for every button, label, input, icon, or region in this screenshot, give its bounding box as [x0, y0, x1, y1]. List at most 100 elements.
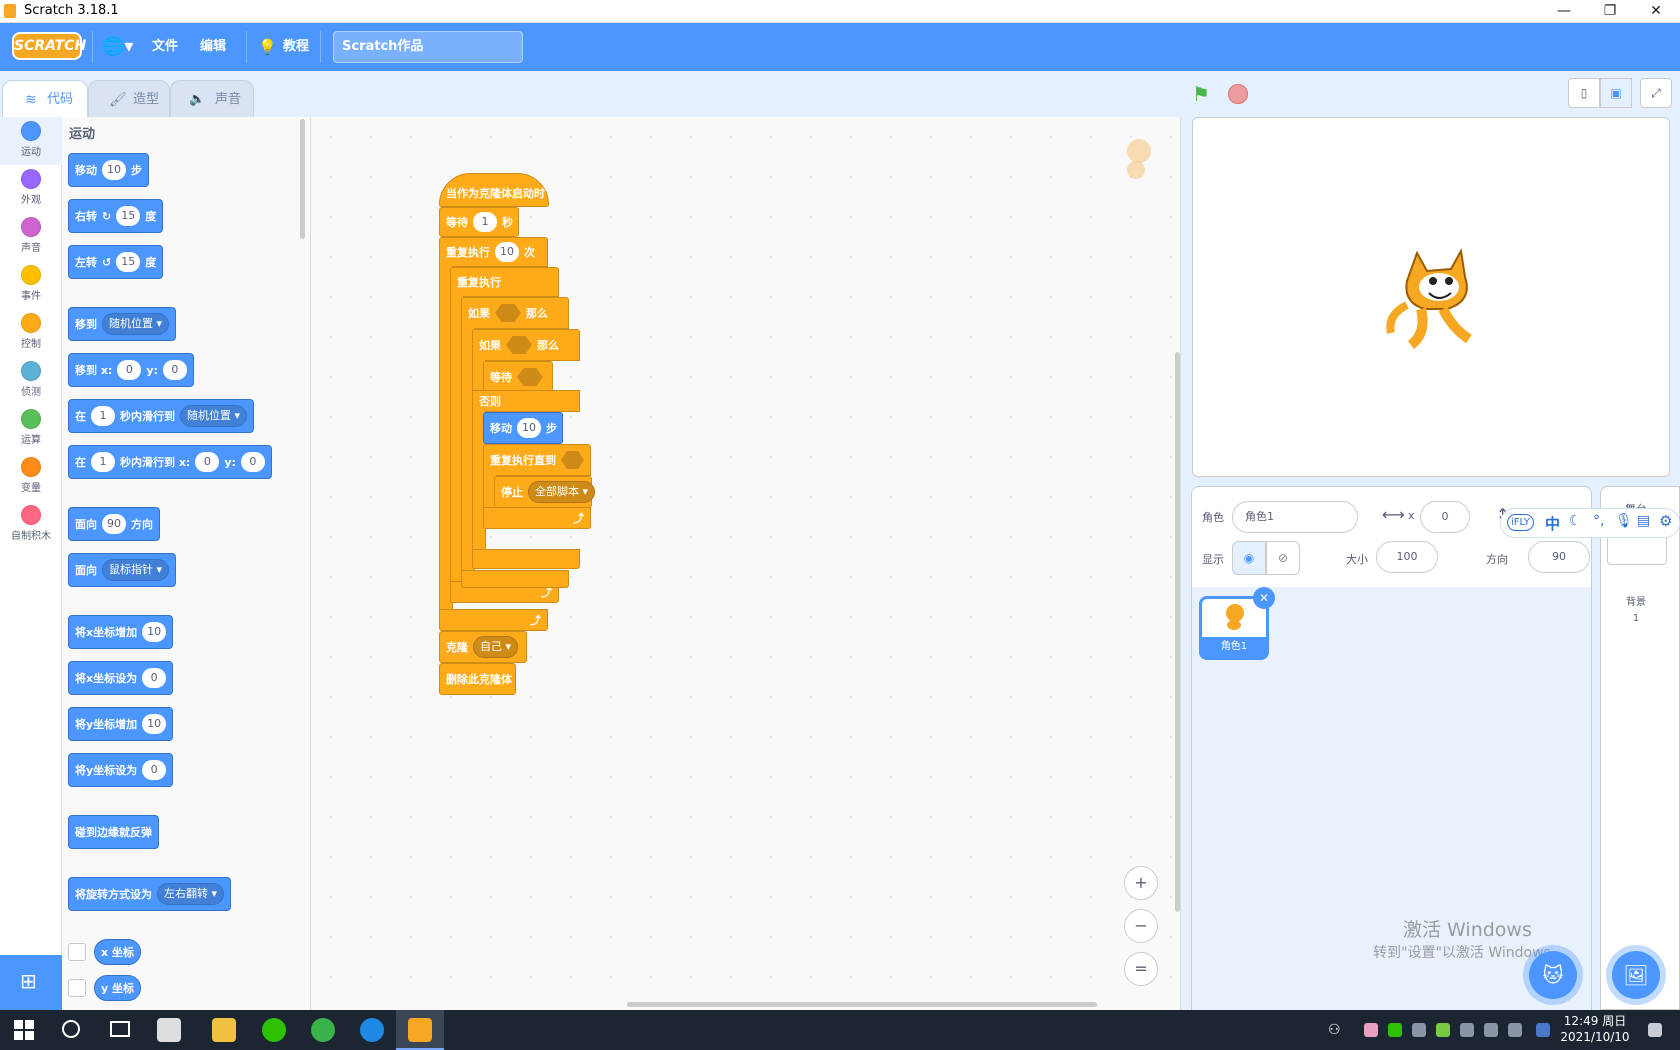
category-item[interactable]: 控制: [0, 309, 62, 357]
taskbar-date[interactable]: 2021/10/10: [1560, 1030, 1630, 1044]
language-globe-icon[interactable]: 🌐▾: [102, 23, 133, 71]
workspace-hscrollbar[interactable]: [627, 1002, 1097, 1007]
block-goto[interactable]: 移到 随机位置 ▾: [68, 307, 177, 341]
hide-eye-icon[interactable]: ⊘: [1266, 541, 1300, 575]
tray-flower-icon[interactable]: [1364, 1023, 1378, 1037]
block-if-outer[interactable]: 如果 那么: [461, 297, 569, 329]
block-set-x[interactable]: 将x坐标设为 0: [68, 661, 174, 695]
block-repeat-until[interactable]: 重复执行直到: [483, 444, 591, 476]
show-eye-icon[interactable]: ◉: [1232, 541, 1266, 575]
menu-tutorials[interactable]: 教程: [283, 23, 309, 71]
block-change-x[interactable]: 将x坐标增加 10: [68, 615, 174, 649]
microphone-icon[interactable]: 🎙: [1615, 513, 1633, 529]
zoom-in-button[interactable]: +: [1124, 866, 1158, 900]
block-repeat[interactable]: 重复执行 10 次: [439, 237, 548, 267]
category-item[interactable]: 声音: [0, 213, 62, 261]
tab-costumes[interactable]: 🖌 造型: [88, 80, 170, 118]
wechat-icon[interactable]: [262, 1018, 286, 1042]
hat-when-clone-starts[interactable]: 当作为克隆体启动时: [439, 173, 549, 207]
block-point-direction[interactable]: 面向 90 方向: [68, 507, 160, 541]
tray-plus-icon[interactable]: [1436, 1023, 1450, 1037]
sprite-x-input[interactable]: 0: [1420, 501, 1470, 533]
condition-slot[interactable]: [561, 451, 584, 469]
menu-edit[interactable]: 编辑: [200, 23, 226, 71]
task-view-icon[interactable]: [110, 1021, 130, 1037]
block-move-steps[interactable]: 移动 10 步: [68, 153, 149, 187]
close-button[interactable]: ✕: [1633, 0, 1679, 23]
stage-pane[interactable]: 舞台 背景 1: [1600, 486, 1680, 1010]
app-pinwheel-icon[interactable]: [157, 1018, 181, 1042]
zoom-reset-button[interactable]: =: [1124, 952, 1158, 986]
block-forever[interactable]: 重复执行: [450, 267, 559, 297]
palette-scrollbar[interactable]: [300, 119, 305, 239]
block-x-position[interactable]: x 坐标: [94, 939, 141, 965]
block-turn-left[interactable]: 左转 ↺ 15 度: [68, 245, 164, 279]
stop-button[interactable]: [1228, 84, 1248, 104]
windows-start-icon[interactable]: [14, 1020, 34, 1040]
tray-wechat-icon[interactable]: [1388, 1023, 1402, 1037]
category-item[interactable]: 事件: [0, 261, 62, 309]
volume-icon[interactable]: [1484, 1023, 1498, 1037]
script-workspace[interactable]: 当作为克隆体启动时 等待 1 秒 重复执行 10 次 ⤴ 重复执行 ⤴ 如果 那么 如果那…: [311, 117, 1181, 1010]
block-glide-xy[interactable]: 在 1 秒内滑行到 x: 0 y: 0: [68, 445, 272, 479]
notification-center-icon[interactable]: [1648, 1023, 1662, 1037]
x-position-checkbox[interactable]: [68, 943, 86, 961]
category-item[interactable]: 自制积木: [0, 501, 62, 549]
browser-q-icon[interactable]: [360, 1018, 384, 1042]
block-stop[interactable]: 停止 全部脚本 ▾: [494, 476, 596, 508]
tab-code[interactable]: ≋ 代码: [2, 80, 88, 120]
scratch-logo[interactable]: SCRATCH: [12, 32, 86, 60]
people-icon[interactable]: ⚇: [1328, 1022, 1341, 1038]
sprite-name-input[interactable]: 角色1: [1232, 501, 1358, 533]
block-move-in-else[interactable]: 移动 10 步: [483, 412, 563, 444]
condition-slot[interactable]: [506, 336, 532, 354]
block-change-y[interactable]: 将y坐标增加 10: [68, 707, 174, 741]
search-icon[interactable]: [62, 1020, 80, 1038]
block-y-position[interactable]: y 坐标: [94, 975, 141, 1001]
category-item[interactable]: 侦测: [0, 357, 62, 405]
cat-sprite[interactable]: [1381, 243, 1491, 353]
block-point-towards[interactable]: 面向 鼠标指针 ▾: [68, 553, 177, 587]
sprite-size-input[interactable]: 100: [1376, 541, 1438, 573]
delete-sprite-icon[interactable]: ✕: [1253, 587, 1275, 609]
y-position-checkbox[interactable]: [68, 979, 86, 997]
sprite-direction-input[interactable]: 90: [1528, 541, 1590, 573]
menu-file[interactable]: 文件: [152, 23, 178, 71]
choose-backdrop-button[interactable]: 🖼: [1612, 951, 1660, 999]
punctuation-icon[interactable]: °,: [1593, 513, 1604, 529]
ifly-language-button[interactable]: 中: [1545, 513, 1560, 534]
condition-slot[interactable]: [517, 368, 543, 386]
block-if-else[interactable]: 如果 那么: [472, 329, 580, 361]
add-extension-button[interactable]: ⊞: [0, 955, 62, 1010]
zoom-out-button[interactable]: −: [1124, 909, 1158, 943]
category-item[interactable]: 运动: [0, 117, 62, 165]
green-flag-button[interactable]: ⚑: [1192, 82, 1210, 106]
restore-button[interactable]: ❐: [1587, 0, 1633, 23]
block-delete-clone[interactable]: 删除此克隆体: [439, 663, 516, 695]
small-stage-button[interactable]: ▯: [1568, 78, 1600, 108]
tray-close-icon[interactable]: [1508, 1023, 1522, 1037]
category-item[interactable]: 运算: [0, 405, 62, 453]
category-item[interactable]: 外观: [0, 165, 62, 213]
moon-icon[interactable]: ☾: [1569, 513, 1582, 529]
minimize-button[interactable]: —: [1541, 0, 1587, 23]
lightbulb-icon[interactable]: 💡: [258, 23, 277, 71]
settings-gear-icon[interactable]: ⚙: [1659, 512, 1672, 530]
input-method-icon[interactable]: [1536, 1023, 1550, 1037]
block-create-clone[interactable]: 克隆 自己 ▾: [439, 631, 527, 663]
block-rotation-style[interactable]: 将旋转方式设为 左右翻转 ▾: [68, 877, 232, 911]
tray-network-icon[interactable]: [1412, 1023, 1426, 1037]
keyboard-icon[interactable]: ▤: [1637, 513, 1650, 529]
normal-stage-button[interactable]: ▣: [1600, 78, 1632, 108]
workspace-vscrollbar[interactable]: [1175, 352, 1180, 912]
ifly-toolbar[interactable]: iFLY 中 ☾ °, 🎙 ▤ ⚙: [1500, 508, 1680, 538]
fullscreen-button[interactable]: ⤢: [1640, 78, 1672, 108]
tray-display-icon[interactable]: [1460, 1023, 1474, 1037]
block-wait-until[interactable]: 等待: [483, 361, 553, 393]
block-set-y[interactable]: 将y坐标设为 0: [68, 753, 174, 787]
block-bounce[interactable]: 碰到边缘就反弹: [68, 815, 159, 849]
condition-slot[interactable]: [495, 304, 521, 322]
choose-sprite-button[interactable]: 🐱: [1529, 951, 1577, 999]
category-item[interactable]: 变量: [0, 453, 62, 501]
project-title-input[interactable]: Scratch作品: [333, 31, 523, 63]
